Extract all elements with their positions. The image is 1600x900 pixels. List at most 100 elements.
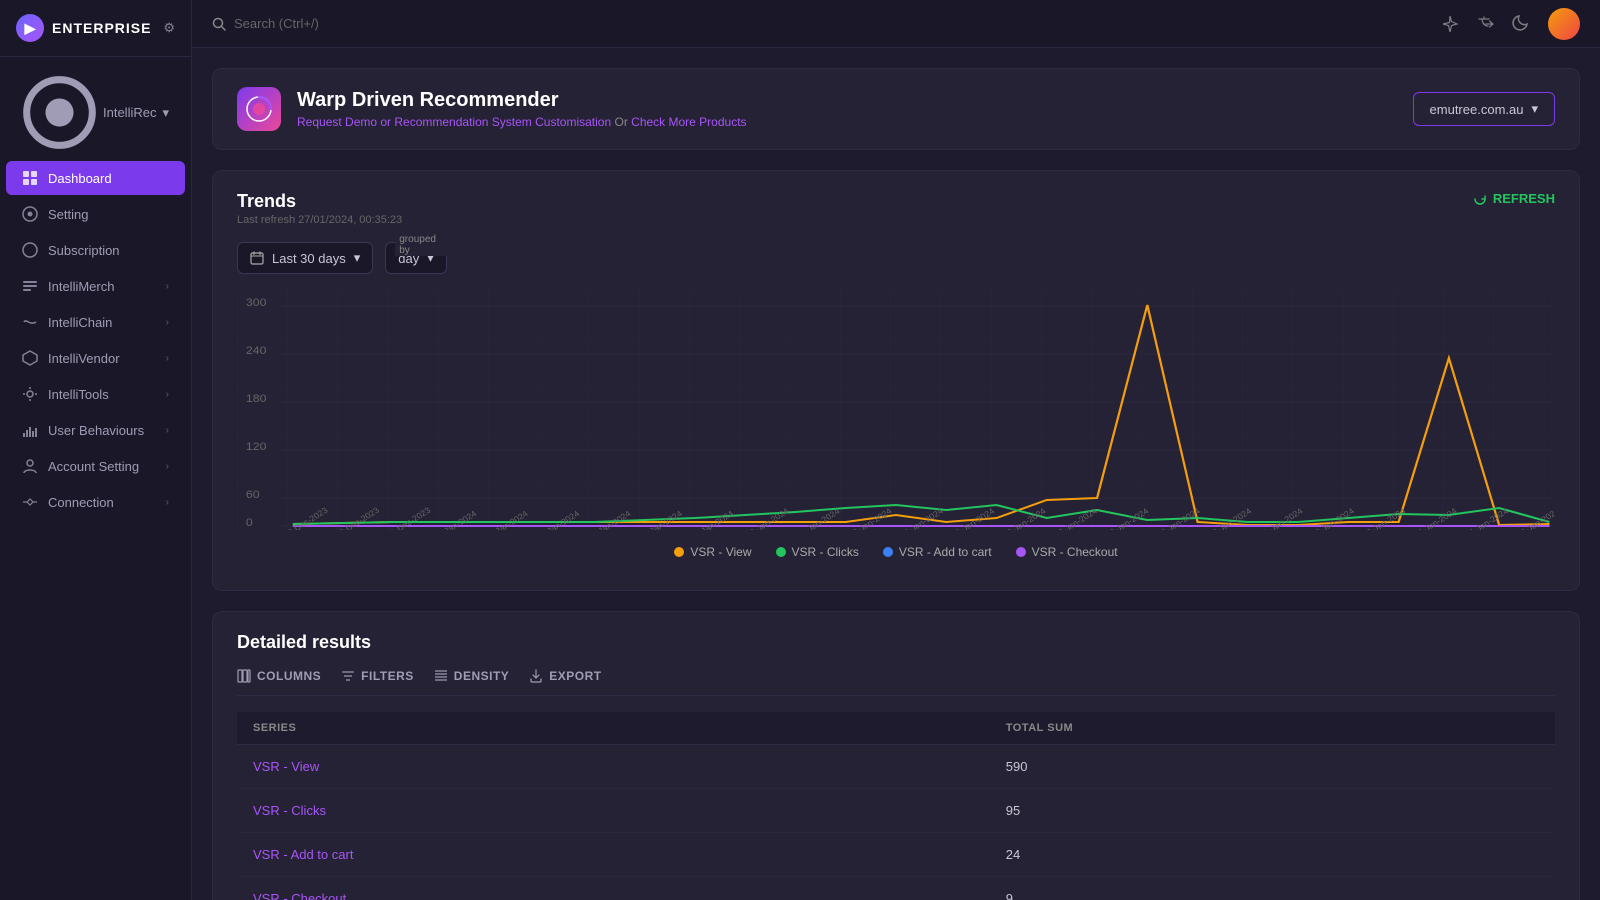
row-series-2: VSR - Clicks <box>237 789 990 833</box>
trends-controls: Last 30 days ▾ grouped by day ▾ <box>237 242 1555 274</box>
refresh-button[interactable]: REFRESH <box>1473 191 1555 206</box>
sidebar-item-connection[interactable]: Connection › <box>6 485 185 519</box>
row-series-4: VSR - Checkout <box>237 877 990 900</box>
filters-icon <box>341 669 355 683</box>
sidebar-item-intellimerch[interactable]: IntelliMerch › <box>6 269 185 303</box>
site-name: emutree.com.au <box>1430 102 1524 117</box>
search-wrap[interactable]: Search (Ctrl+/) <box>212 16 319 31</box>
results-table: SERIES TOTAL SUM VSR - View 590 VSR - Cl… <box>237 712 1555 900</box>
intellivendor-icon <box>22 350 38 366</box>
calendar-icon <box>250 251 264 265</box>
sidebar-item-subscription[interactable]: Subscription <box>6 233 185 267</box>
trends-title-wrap: Trends Last refresh 27/01/2024, 00:35:23 <box>237 191 402 226</box>
sidebar-nav: IntelliRec ▾ Dashboard Setting <box>0 57 191 528</box>
results-tbody: VSR - View 590 VSR - Clicks 95 VSR - Add… <box>237 745 1555 900</box>
user-behaviours-chevron: › <box>166 425 169 436</box>
sidebar-item-intellitools[interactable]: IntelliTools › <box>6 377 185 411</box>
subtitle-or: Or <box>614 115 631 129</box>
legend-checkout-dot <box>1016 547 1026 557</box>
subtitle-link1[interactable]: Request Demo or Recommendation System Cu… <box>297 115 611 129</box>
grouped-by-label: grouped by <box>395 234 447 256</box>
dashboard-label: Dashboard <box>48 171 112 186</box>
grouped-by-wrap: grouped by day ▾ <box>385 242 447 274</box>
vsr-view-link[interactable]: VSR - View <box>253 759 319 774</box>
svg-text:60: 60 <box>246 489 260 501</box>
settings-icon[interactable]: ⚙ <box>163 20 175 36</box>
intellivendor-label: IntelliVendor <box>48 351 120 366</box>
subscription-label: Subscription <box>48 243 120 258</box>
legend-addtocart: VSR - Add to cart <box>883 545 992 559</box>
site-selector[interactable]: emutree.com.au ▾ <box>1413 92 1555 126</box>
trends-section: Trends Last refresh 27/01/2024, 00:35:23… <box>212 170 1580 591</box>
intellirec-label: IntelliRec <box>103 105 156 120</box>
page-content: Warp Driven Recommender Request Demo or … <box>192 48 1600 900</box>
account-setting-label: Account Setting <box>48 459 139 474</box>
legend-clicks-dot <box>776 547 786 557</box>
sidebar-item-intellichain[interactable]: IntelliChain › <box>6 305 185 339</box>
subtitle-link2[interactable]: Check More Products <box>631 115 746 129</box>
svg-text:240: 240 <box>246 345 267 357</box>
sidebar-intellirec[interactable]: IntelliRec ▾ <box>6 66 185 159</box>
intellitools-icon <box>22 386 38 402</box>
translate-icon[interactable] <box>1476 14 1496 34</box>
date-range-button[interactable]: Last 30 days ▾ <box>237 242 373 274</box>
svg-text:0: 0 <box>246 517 253 529</box>
legend-view-label: VSR - View <box>690 545 751 559</box>
sidebar-item-dashboard[interactable]: Dashboard <box>6 161 185 195</box>
sidebar-item-user-behaviours[interactable]: User Behaviours › <box>6 413 185 447</box>
row-total-1: 590 <box>990 745 1555 789</box>
series-header: SERIES <box>237 712 990 745</box>
intellimerch-chevron: › <box>166 281 169 292</box>
vsr-clicks-link[interactable]: VSR - Clicks <box>253 803 326 818</box>
sparkle-icon[interactable] <box>1440 14 1460 34</box>
connection-icon <box>22 494 38 510</box>
legend-checkout-label: VSR - Checkout <box>1032 545 1118 559</box>
user-behaviours-icon <box>22 422 38 438</box>
trends-title: Trends <box>237 191 402 212</box>
user-avatar[interactable] <box>1548 8 1580 40</box>
header-card: Warp Driven Recommender Request Demo or … <box>212 68 1580 150</box>
moon-icon[interactable] <box>1512 14 1532 34</box>
density-button[interactable]: DENSITY <box>434 669 510 683</box>
export-label: EXPORT <box>549 669 601 683</box>
dashboard-icon <box>22 170 38 186</box>
brand-icon: ▶ <box>16 14 44 42</box>
site-dropdown-icon: ▾ <box>1531 101 1538 117</box>
connection-chevron: › <box>166 497 169 508</box>
chart-svg: 300 240 180 120 60 0 <box>237 290 1555 530</box>
row-total-2: 95 <box>990 789 1555 833</box>
sidebar-item-intellivendor[interactable]: IntelliVendor › <box>6 341 185 375</box>
vsr-addtocart-link[interactable]: VSR - Add to cart <box>253 847 353 862</box>
row-total-4: 9 <box>990 877 1555 900</box>
trends-header: Trends Last refresh 27/01/2024, 00:35:23… <box>237 191 1555 226</box>
intellitools-label: IntelliTools <box>48 387 109 402</box>
vsr-checkout-link[interactable]: VSR - Checkout <box>253 891 346 900</box>
svg-text:180: 180 <box>246 393 267 405</box>
row-series-1: VSR - View <box>237 745 990 789</box>
last-refresh: Last refresh 27/01/2024, 00:35:23 <box>237 214 402 226</box>
account-setting-icon <box>22 458 38 474</box>
columns-button[interactable]: COLUMNS <box>237 669 321 683</box>
chart-area: 300 240 180 120 60 0 <box>237 290 1555 570</box>
table-row: VSR - Checkout 9 <box>237 877 1555 900</box>
table-row: VSR - Add to cart 24 <box>237 833 1555 877</box>
search-icon <box>212 17 226 31</box>
table-header: SERIES TOTAL SUM <box>237 712 1555 745</box>
svg-text:300: 300 <box>246 297 267 309</box>
legend-addtocart-dot <box>883 547 893 557</box>
row-total-3: 24 <box>990 833 1555 877</box>
header-row: SERIES TOTAL SUM <box>237 712 1555 745</box>
sidebar: ▶ ENTERPRISE ⚙ IntelliRec ▾ Dashboard <box>0 0 192 900</box>
legend-addtocart-label: VSR - Add to cart <box>899 545 992 559</box>
sidebar-item-setting[interactable]: Setting <box>6 197 185 231</box>
date-range-label: Last 30 days <box>272 251 346 266</box>
filters-button[interactable]: FILTERS <box>341 669 414 683</box>
app-subtitle: Request Demo or Recommendation System Cu… <box>297 115 747 129</box>
brand-name: ENTERPRISE <box>52 20 151 36</box>
svg-text:120: 120 <box>246 441 267 453</box>
sidebar-item-account-setting[interactable]: Account Setting › <box>6 449 185 483</box>
intellirec-icon <box>22 75 97 150</box>
legend-clicks-label: VSR - Clicks <box>792 545 859 559</box>
topbar-right <box>1440 8 1580 40</box>
export-button[interactable]: EXPORT <box>529 669 601 683</box>
